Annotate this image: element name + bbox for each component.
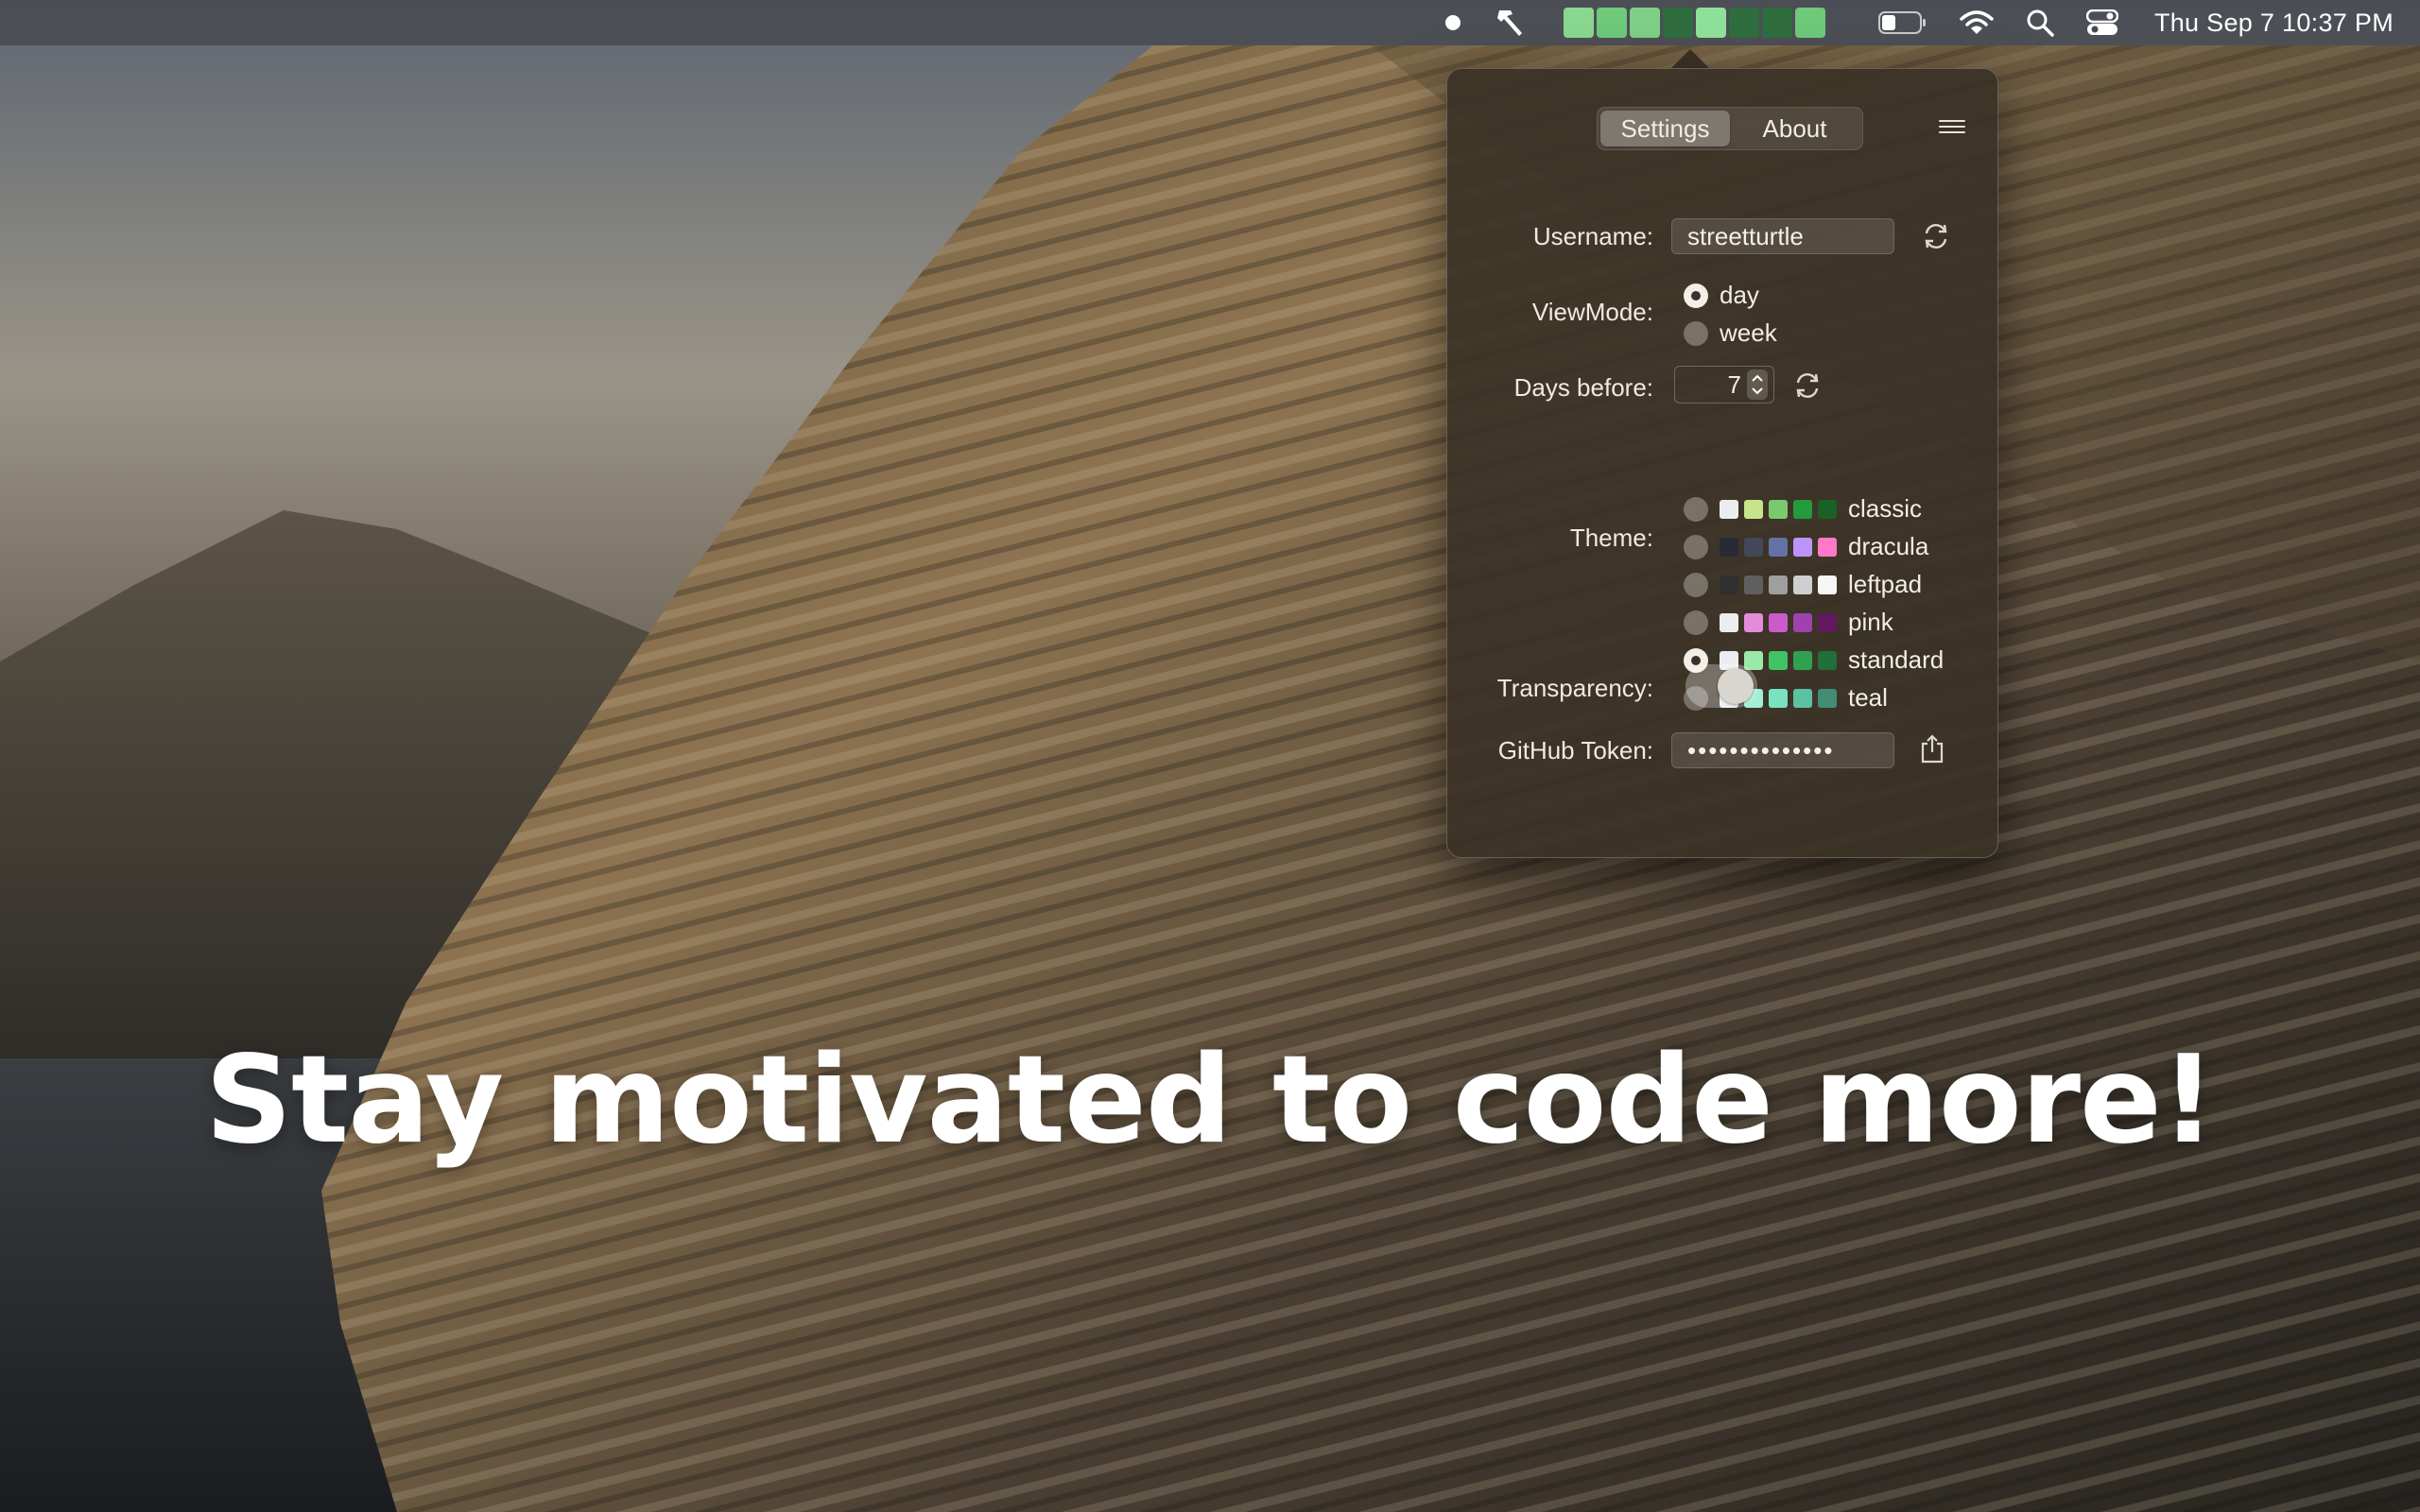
tab-settings[interactable]: Settings	[1600, 111, 1730, 146]
theme-swatch	[1818, 499, 1837, 519]
contribution-cell	[1662, 8, 1693, 38]
viewmode-option-label: day	[1720, 281, 1759, 309]
refresh-username-icon[interactable]	[1920, 220, 1952, 252]
theme-swatch	[1793, 537, 1812, 557]
username-input[interactable]: streetturtle	[1671, 218, 1894, 254]
theme-swatch	[1818, 612, 1837, 632]
theme-option-dracula[interactable]: dracula	[1684, 532, 1928, 561]
theme-swatch	[1720, 499, 1738, 519]
menu-bar: Thu Sep 7 10:37 PM	[0, 0, 2420, 45]
transparency-toggle[interactable]	[1685, 664, 1757, 708]
theme-option-classic[interactable]: classic	[1684, 494, 1922, 524]
contribution-cell	[1728, 8, 1759, 38]
theme-swatches	[1720, 499, 1842, 519]
theme-swatch	[1793, 612, 1812, 632]
theme-swatch	[1793, 650, 1812, 670]
contribution-cell	[1695, 8, 1726, 38]
theme-option-pink[interactable]: pink	[1684, 608, 1893, 637]
days-before-value[interactable]: 7	[1675, 367, 1741, 403]
theme-option-label: standard	[1848, 645, 1945, 674]
radio-button[interactable]	[1684, 496, 1708, 522]
radio-button[interactable]	[1684, 534, 1708, 559]
theme-swatches	[1720, 575, 1842, 594]
theme-swatch	[1769, 537, 1788, 557]
radio-button[interactable]	[1684, 572, 1708, 597]
viewmode-label: ViewMode:	[1531, 298, 1653, 326]
username-label: Username:	[1532, 222, 1653, 250]
transparency-label: Transparency:	[1496, 674, 1653, 702]
contribution-graph-menu-item[interactable]	[1563, 0, 1825, 45]
github-token-label: GitHub Token:	[1497, 736, 1653, 765]
dot-icon[interactable]	[1444, 0, 1461, 45]
theme-swatch	[1744, 537, 1763, 557]
days-before-stepper[interactable]: 7	[1674, 366, 1774, 404]
toggle-knob	[1718, 668, 1754, 704]
viewmode-option-day[interactable]: day	[1684, 281, 1759, 310]
theme-swatch	[1793, 499, 1812, 519]
theme-swatch	[1818, 537, 1837, 557]
menu-bar-clock[interactable]: Thu Sep 7 10:37 PM	[2154, 9, 2394, 38]
theme-swatch	[1744, 612, 1763, 632]
theme-swatch	[1818, 575, 1837, 594]
theme-swatch	[1769, 650, 1788, 670]
theme-option-label: leftpad	[1848, 570, 1923, 598]
theme-swatch	[1769, 612, 1788, 632]
theme-option-label: pink	[1848, 608, 1893, 636]
theme-swatch	[1720, 537, 1738, 557]
headline: Stay motivated to code more!	[204, 1030, 2216, 1171]
contribution-cell	[1794, 8, 1825, 38]
theme-swatch	[1769, 688, 1788, 708]
contribution-cell	[1629, 8, 1660, 38]
theme-option-leftpad[interactable]: leftpad	[1684, 570, 1922, 599]
theme-swatch	[1769, 575, 1788, 594]
theme-swatch	[1720, 575, 1738, 594]
theme-swatch	[1818, 650, 1837, 670]
radio-button[interactable]	[1684, 320, 1708, 346]
theme-option-label: teal	[1848, 683, 1888, 712]
contribution-cell	[1596, 8, 1627, 38]
theme-option-label: dracula	[1848, 532, 1929, 560]
theme-swatch	[1769, 499, 1788, 519]
theme-swatch	[1720, 612, 1738, 632]
stepper-arrows[interactable]	[1747, 369, 1768, 400]
theme-swatches	[1720, 612, 1842, 632]
theme-swatch	[1818, 688, 1837, 708]
wifi-icon[interactable]	[1960, 0, 1994, 45]
search-icon[interactable]	[2026, 0, 2054, 45]
share-icon[interactable]	[1916, 732, 1948, 765]
theme-option-label: classic	[1848, 494, 1923, 523]
viewmode-option-week[interactable]: week	[1684, 318, 1777, 348]
menu-icon[interactable]	[1939, 120, 1965, 139]
tab-about[interactable]: About	[1730, 111, 1859, 146]
radio-button[interactable]	[1684, 610, 1708, 635]
theme-swatch	[1744, 499, 1763, 519]
contribution-cell	[1563, 8, 1594, 38]
battery-icon[interactable]	[1877, 0, 1927, 45]
theme-swatches	[1720, 537, 1842, 557]
radio-button[interactable]	[1684, 283, 1708, 308]
github-token-input[interactable]: ••••••••••••••	[1671, 732, 1894, 768]
hammer-icon[interactable]	[1494, 0, 1526, 45]
tab-segmented-control: Settings About	[1597, 107, 1863, 150]
days-before-label: Days before:	[1513, 373, 1653, 402]
popover-arrow	[1671, 49, 1709, 68]
wallpaper-landscape	[0, 0, 2420, 1512]
refresh-days-icon[interactable]	[1791, 369, 1824, 402]
desktop-wallpaper	[0, 0, 2420, 1512]
theme-swatch	[1793, 688, 1812, 708]
contribution-cell	[1761, 8, 1792, 38]
theme-swatch	[1744, 575, 1763, 594]
theme-label: Theme:	[1569, 524, 1653, 552]
viewmode-option-label: week	[1720, 318, 1777, 347]
settings-popover: Settings About Username: streetturtle Vi…	[1446, 68, 1998, 858]
theme-swatch	[1793, 575, 1812, 594]
control-center-icon[interactable]	[2085, 0, 2118, 45]
